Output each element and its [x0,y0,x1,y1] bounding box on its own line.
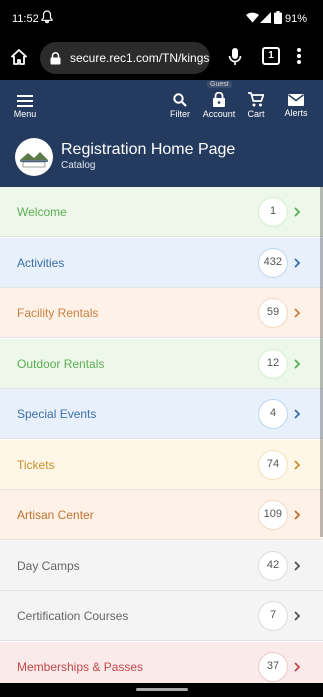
catalog-row-label: Day Camps [17,558,80,573]
signal-icon [260,12,271,23]
catalog-row-label: Tickets [17,457,55,472]
chevron-right-icon [294,308,301,318]
chevron-right-icon [294,358,301,369]
catalog-row-label: Facility Rentals [17,306,99,320]
site-navbar: Menu Filter Guest Account Cart Alerts [0,80,323,124]
page-header: Registration Home Page Catalog [0,124,323,187]
chevron-right-icon [294,207,301,217]
alerts-button[interactable]: Alerts [280,80,312,124]
lock-icon [50,52,61,65]
chevron-right-icon [294,409,301,419]
catalog-row[interactable]: Special Events 4 [0,389,323,439]
catalog-row-label: Outdoor Rentals [17,356,105,371]
microphone-icon[interactable] [228,47,242,67]
catalog-row[interactable]: Artisan Center 109 [0,490,323,540]
cart-icon [248,92,264,107]
catalog-row-count-badge: 4 [258,399,288,429]
catalog-row[interactable]: Facility Rentals 59 [0,288,323,338]
catalog-row-count-badge: 1 [258,197,288,227]
catalog-row-count-badge: 7 [258,601,288,631]
gesture-bar [0,683,323,697]
chevron-right-icon [294,661,301,672]
address-bar[interactable]: secure.rec1.com/TN/kingspo [40,42,210,74]
url-text: secure.rec1.com/TN/kingspo [70,51,210,65]
browser-toolbar: secure.rec1.com/TN/kingspo 1 [0,36,323,80]
catalog-row[interactable]: Day Camps 42 [0,540,323,591]
menu-label: Menu [13,109,37,119]
kingsport-logo [15,138,53,176]
hamburger-menu-icon [17,95,33,107]
chevron-right-icon [294,560,301,571]
catalog-row-count-badge: 74 [258,449,288,480]
catalog-row[interactable]: Memberships & Passes 37 [0,641,323,683]
home-gesture-handle[interactable] [136,688,188,691]
cart-button[interactable]: Cart [242,80,270,124]
filter-button[interactable]: Filter [164,80,196,124]
account-button[interactable]: Account [200,80,238,124]
filter-label: Filter [170,109,190,119]
catalog-list: Welcome 1 Activities 432 Facility Rentals 59 O… [0,187,323,683]
notification-bell-icon [41,10,53,24]
status-bar: 11:52 91% [0,0,323,36]
page-title: Registration Home Page [61,141,236,158]
catalog-row-label: Artisan Center [17,508,94,522]
catalog-row-count-badge: 109 [257,500,288,530]
status-time: 11:52 [12,13,39,25]
catalog-row-count-badge: 432 [257,247,288,278]
alerts-label: Alerts [284,108,308,118]
catalog-row-count-badge: 37 [258,651,288,682]
catalog-row[interactable]: Certification Courses 7 [0,591,323,641]
catalog-row-label: Welcome [17,205,67,219]
chevron-right-icon [294,611,301,621]
wifi-icon [246,12,259,23]
catalog-row[interactable]: Welcome 1 [0,187,323,237]
cart-label: Cart [247,109,265,119]
lock-icon [213,92,225,107]
home-icon[interactable] [10,48,28,66]
catalog-row-label: Activities [17,255,65,270]
catalog-row-count-badge: 59 [258,298,288,328]
chevron-right-icon [294,257,301,268]
catalog-row-label: Memberships & Passes [17,659,144,674]
catalog-row[interactable]: Tickets 74 [0,439,323,490]
chevron-right-icon [294,510,301,520]
battery-percent: 91% [285,13,308,25]
catalog-row-count-badge: 42 [258,550,288,581]
menu-button[interactable]: Menu [10,80,40,124]
catalog-row[interactable]: Activities 432 [0,237,323,288]
more-options-icon[interactable] [296,47,302,65]
catalog-row-count-badge: 12 [258,348,288,379]
catalog-row-label: Certification Courses [17,609,129,623]
catalog-row-label: Special Events [17,407,97,421]
tab-switcher-button[interactable]: 1 [262,47,280,65]
battery-icon [274,11,282,24]
catalog-row[interactable]: Outdoor Rentals 12 [0,338,323,389]
search-icon [173,93,187,107]
account-label: Account [202,109,236,119]
page-subtitle: Catalog [61,160,96,171]
mail-icon [288,94,304,106]
chevron-right-icon [294,459,301,470]
